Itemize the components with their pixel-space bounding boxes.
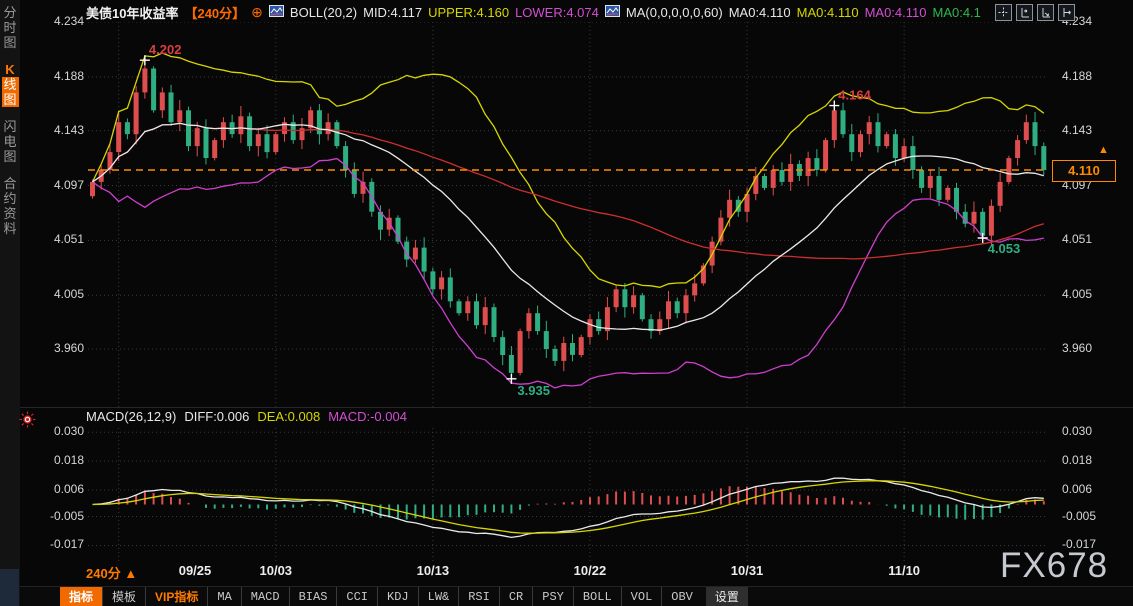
legend-ma0: MA0:4.110 [729, 5, 791, 20]
period-tag: 【240分】 [184, 3, 245, 22]
main-y-tick-label: 4.143 [1062, 123, 1092, 137]
macd-y-tick-label: 0.030 [1062, 424, 1092, 438]
legend-ma2: MA0:4.110 [865, 5, 927, 20]
svg-text:3.935: 3.935 [517, 383, 550, 398]
svg-text:4.053: 4.053 [988, 241, 1021, 256]
macd-chart-canvas[interactable] [88, 428, 1048, 562]
x-axis-date-label: 10/03 [259, 563, 292, 578]
toolbar-item-cr[interactable]: CR [499, 587, 532, 606]
macd-legend: MACD(26,12,9) DIFF:0.006 DEA:0.008 MACD:… [86, 409, 407, 424]
macd-y-tick-label: -0.017 [24, 537, 84, 551]
macd-macd-value: MACD:-0.004 [328, 409, 407, 424]
legend-boll-lower: LOWER:4.074 [515, 5, 599, 20]
period-badge[interactable]: 240分 ▲ [86, 563, 137, 582]
macd-diff-value: DIFF:0.006 [184, 409, 249, 424]
toolbar-item-bias[interactable]: BIAS [289, 587, 337, 606]
macd-y-tick-label: 0.006 [1062, 482, 1092, 496]
macd-y-tick-label: 0.018 [24, 453, 84, 467]
macd-y-tick-label: 0.006 [24, 482, 84, 496]
boll-indicator-icon[interactable] [269, 5, 284, 20]
legend-boll-upper: UPPER:4.160 [428, 5, 509, 20]
main-y-tick-label: 4.234 [24, 14, 84, 28]
x-axis-date-label: 10/22 [574, 563, 607, 578]
sidebar-item-time-share-chart[interactable]: 分时图 [0, 5, 20, 50]
toolbar-item-psy[interactable]: PSY [532, 587, 573, 606]
macd-label: MACD(26,12,9) [86, 409, 176, 424]
x-axis-date-label: 10/13 [417, 563, 450, 578]
toolbar-item-settings[interactable]: 设置 [706, 587, 748, 606]
macd-y-tick-label: -0.005 [24, 509, 84, 523]
main-y-tick-label: 3.960 [1062, 341, 1092, 355]
corner-block [0, 569, 19, 606]
macd-y-tick-label: 0.018 [1062, 453, 1092, 467]
macd-indicator-icon[interactable] [19, 411, 36, 433]
toolbar-item-ma[interactable]: MA [207, 587, 240, 606]
main-y-tick-label: 4.188 [24, 69, 84, 83]
jump-to-latest-icon[interactable]: ▲ [1098, 144, 1109, 156]
main-y-tick-label: 4.051 [24, 232, 84, 246]
x-axis-date-label: 11/10 [888, 563, 920, 578]
macd-dea-value: DEA:0.008 [257, 409, 320, 424]
toolbar-item-cci[interactable]: CCI [336, 587, 377, 606]
toolbar-item-lwr[interactable]: LW& [418, 587, 459, 606]
watermark: FX678 [1000, 546, 1108, 586]
main-y-tick-label: 4.005 [24, 287, 84, 301]
sidebar-item-contract-info[interactable]: 合约资料 [0, 176, 20, 236]
svg-text:4.164: 4.164 [838, 88, 871, 103]
legend-ma3: MA0:4.1 [932, 5, 980, 20]
period-badge-arrow-icon: ▲ [124, 566, 137, 581]
chart-window: 分时图 K线图闪电图合约资料 美债10年收益率 【240分】 ⊕ BOLL(20,… [0, 0, 1133, 606]
legend-ma-label: MA(0,0,0,0,0,60) [626, 5, 723, 20]
add-indicator-icon[interactable]: ⊕ [251, 4, 263, 21]
x-axis-date-label: 10/31 [731, 563, 764, 578]
toolbar-item-rsi[interactable]: RSI [458, 587, 499, 606]
sidebar-item-candlestick-chart[interactable]: K线图 [0, 62, 20, 107]
main-y-tick-label: 4.005 [1062, 287, 1092, 301]
window-tools [995, 4, 1075, 21]
ma-indicator-icon[interactable] [605, 5, 620, 20]
period-badge-text: 240分 [86, 566, 121, 581]
svg-text:4.202: 4.202 [149, 42, 182, 57]
x-axis-scale-button[interactable] [1037, 4, 1054, 21]
pan-right-button[interactable] [1058, 4, 1075, 21]
sidebar: 分时图 K线图闪电图合约资料 [0, 0, 20, 606]
macd-y-tick-label: -0.005 [1062, 509, 1096, 523]
main-chart-canvas[interactable]: 4.202 4.164 4.053 3.935 [88, 22, 1048, 407]
symbol-title: 美债10年收益率 [86, 3, 178, 22]
indicator-toolbar: 指标模板VIP指标MAMACDBIASCCIKDJLW&RSICRPSYBOLL… [20, 586, 1133, 606]
main-y-tick-label: 4.051 [1062, 232, 1092, 246]
main-y-tick-label: 4.097 [24, 178, 84, 192]
toolbar-item-vol[interactable]: VOL [621, 587, 662, 606]
main-y-tick-label: 4.188 [1062, 69, 1092, 83]
panel-divider [20, 407, 1133, 408]
y-axis-scale-button[interactable] [1016, 4, 1033, 21]
legend-ma1: MA0:4.110 [797, 5, 859, 20]
toolbar-item-macd[interactable]: MACD [241, 587, 289, 606]
x-axis-date-label: 09/25 [179, 563, 212, 578]
legend-bar: 美债10年收益率 【240分】 ⊕ BOLL(20,2) MID:4.117 U… [86, 3, 981, 21]
main-y-tick-label: 4.143 [24, 123, 84, 137]
crosshair-tool-button[interactable] [995, 4, 1012, 21]
toolbar-item-templates[interactable]: 模板 [102, 587, 145, 606]
toolbar-item-obv[interactable]: OBV [661, 587, 702, 606]
toolbar-item-indicators[interactable]: 指标 [60, 587, 102, 606]
last-price-label: 4.110 [1052, 160, 1116, 182]
toolbar-item-kdj[interactable]: KDJ [377, 587, 418, 606]
main-y-tick-label: 3.960 [24, 341, 84, 355]
legend-boll-label: BOLL(20,2) [290, 5, 357, 20]
toolbar-item-vip-indicators[interactable]: VIP指标 [145, 587, 207, 606]
toolbar-item-boll[interactable]: BOLL [573, 587, 621, 606]
legend-boll-mid: MID:4.117 [363, 5, 422, 20]
sidebar-item-flash-chart[interactable]: 闪电图 [0, 119, 20, 164]
